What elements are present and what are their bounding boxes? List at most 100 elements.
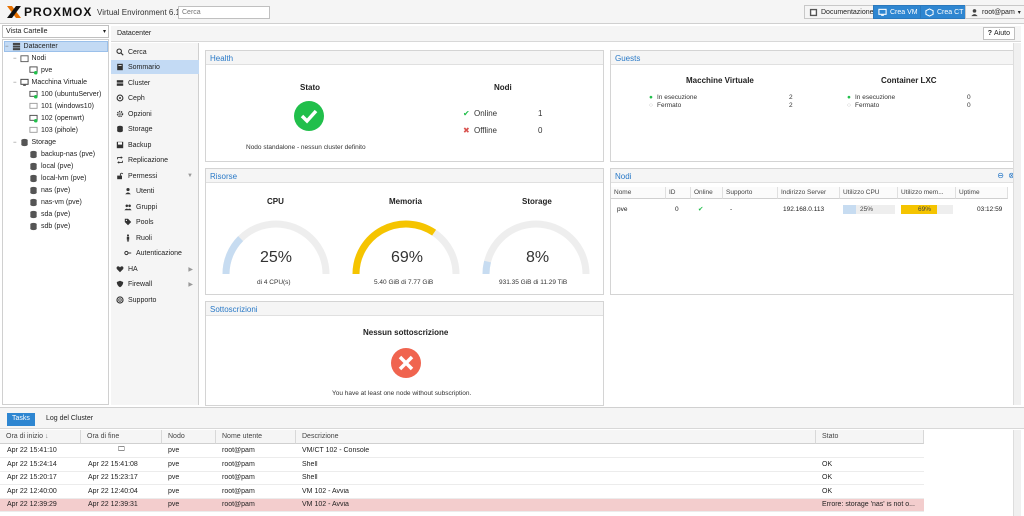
tree-vm-102[interactable]: 102 (openwrt) xyxy=(29,113,84,124)
search-input[interactable] xyxy=(178,6,270,19)
server-rack-icon xyxy=(12,42,20,51)
column-header[interactable]: Nome xyxy=(611,187,666,199)
node-name[interactable]: pve xyxy=(614,203,627,215)
menu-cluster[interactable]: Cluster xyxy=(111,76,199,90)
tree-storage-item[interactable]: sda (pve) xyxy=(29,209,70,220)
unlock-icon xyxy=(117,172,124,180)
tree-vm-103[interactable]: 103 (pihole) xyxy=(29,125,78,136)
column-header[interactable]: Stato xyxy=(816,430,924,444)
create-ct-button[interactable]: Crea CT xyxy=(920,5,969,19)
column-header[interactable]: Nome utente xyxy=(216,430,296,444)
menu-supporto[interactable]: Supporto xyxy=(111,293,199,307)
tree-storage-item[interactable]: nas-vm (pve) xyxy=(29,197,82,208)
menu-label: Cluster xyxy=(128,79,151,87)
menu-label: HA xyxy=(128,265,138,273)
menu-replicazione[interactable]: Replicazione xyxy=(111,153,199,167)
nodes-heading: Nodi xyxy=(494,83,512,92)
column-header[interactable]: Nodo xyxy=(162,430,216,444)
log-scrollbar[interactable] xyxy=(1013,430,1021,516)
lxc-heading: Container LXC xyxy=(881,76,937,85)
task-row[interactable]: Apr 22 15:41:10 pve root@pam VM/CT 102 - Co… xyxy=(0,445,924,458)
menu-permessi[interactable]: Permessi ▼ xyxy=(111,169,199,183)
menu-firewall[interactable]: Firewall ▶ xyxy=(111,277,199,291)
cross-icon: ✖ xyxy=(463,126,470,135)
tree-storage-label: nas-vm (pve) xyxy=(41,199,82,206)
task-node: pve xyxy=(168,474,180,481)
task-end: Apr 22 12:40:04 xyxy=(88,487,138,495)
documentation-button[interactable]: Documentazione xyxy=(804,5,879,19)
tree-storage-item[interactable]: local (pve) xyxy=(29,161,73,172)
tree-storage[interactable]: − Storage xyxy=(13,137,56,148)
tree-storage-item[interactable]: nas (pve) xyxy=(29,185,70,196)
resources-title: Risorse xyxy=(206,169,603,183)
tree-vm-101[interactable]: 101 (windows10) xyxy=(29,101,94,112)
create-vm-button[interactable]: Crea VM xyxy=(873,5,923,19)
tree-storage-label: local-lvm (pve) xyxy=(41,175,87,182)
proxmox-logo[interactable]: PROXMOX xyxy=(6,4,92,20)
menu-gruppi[interactable]: Gruppi xyxy=(111,200,199,214)
task-user: root@pam xyxy=(222,447,255,454)
menu-label: Ceph xyxy=(128,94,145,102)
column-header[interactable]: Indirizzo Server xyxy=(778,187,840,199)
tree-datacenter[interactable]: − Datacenter xyxy=(4,41,108,52)
menu-label: Firewall xyxy=(128,280,153,288)
tree-nodes[interactable]: − Nodi xyxy=(13,53,46,64)
user-menu-button[interactable]: root@pam ▾ xyxy=(965,5,1024,19)
vm-running-icon xyxy=(29,114,38,123)
menu-utenti[interactable]: Utenti xyxy=(111,184,199,198)
menu-ha[interactable]: HA ▶ xyxy=(111,262,199,276)
menu-cerca[interactable]: Cerca xyxy=(111,45,199,59)
menu-ceph[interactable]: Ceph xyxy=(111,91,199,105)
menu-backup[interactable]: Backup xyxy=(111,138,199,152)
column-header[interactable]: Ora di inizio ↓ xyxy=(0,430,81,444)
tree-storage-item[interactable]: sdb (pve) xyxy=(29,221,70,232)
column-header[interactable]: ID xyxy=(666,187,691,199)
vm-heading: Macchine Virtuale xyxy=(686,76,754,85)
server-icon xyxy=(116,80,124,86)
menu-label: Gruppi xyxy=(136,203,158,211)
vm-running-icon xyxy=(29,90,38,99)
menu-sommario[interactable]: Sommario xyxy=(111,60,199,74)
console-icon: 🖵 xyxy=(118,446,125,453)
menu-ruoli[interactable]: Ruoli xyxy=(111,231,199,245)
column-header[interactable]: Ora di fine xyxy=(81,430,162,444)
task-desc: Shell xyxy=(302,474,318,481)
view-selector[interactable]: Vista Cartelle ▾ xyxy=(2,25,109,38)
menu-storage[interactable]: Storage xyxy=(111,122,199,136)
task-row[interactable]: Apr 22 15:20:17 Apr 22 15:23:17 pve root@pa… xyxy=(0,472,924,485)
menu-label: Supporto xyxy=(128,296,157,304)
menu-pools[interactable]: Pools xyxy=(111,215,199,229)
column-header[interactable]: Utilizzo CPU xyxy=(840,187,898,199)
tree-storage-item[interactable]: backup-nas (pve) xyxy=(29,149,95,160)
task-row[interactable]: Apr 22 12:39:29 Apr 22 12:39:31 pve root@pa… xyxy=(0,499,924,512)
menu-label: Utenti xyxy=(136,187,155,195)
column-header[interactable]: Supporto xyxy=(723,187,778,199)
resources-panel: Risorse CPU Memoria Storage 25% 69% 8% d… xyxy=(205,168,604,295)
task-row[interactable]: Apr 22 15:24:14 Apr 22 15:41:08 pve root@pa… xyxy=(0,459,924,472)
column-header[interactable]: Uptime xyxy=(956,187,1008,199)
menu-label: Autenticazione xyxy=(136,249,182,257)
tree-vm-100[interactable]: 100 (ubuntuServer) xyxy=(29,89,101,100)
menu-autenticazione[interactable]: Autenticazione xyxy=(111,246,199,260)
tree-vms[interactable]: − Macchina Virtuale xyxy=(13,77,87,88)
column-header[interactable]: Descrizione xyxy=(296,430,816,444)
node-cpu: 25% xyxy=(860,205,874,213)
health-panel: Health Stato Nodo standalone - nessun cl… xyxy=(205,50,604,162)
check-circle-icon xyxy=(294,101,324,131)
menu-opzioni[interactable]: Opzioni xyxy=(111,107,199,121)
guests-panel: Guests Macchine Virtuale Container LXC ●… xyxy=(610,50,1021,162)
column-header[interactable]: Utilizzo mem... xyxy=(898,187,956,199)
tree-node-pve[interactable]: pve xyxy=(29,65,52,76)
collapse-icon[interactable]: ⊖ xyxy=(997,171,1004,180)
tab-cluster-log[interactable]: Log del Cluster xyxy=(41,413,98,426)
tree-storage-item[interactable]: local-lvm (pve) xyxy=(29,173,87,184)
column-header[interactable]: Online xyxy=(691,187,723,199)
database-icon xyxy=(30,222,37,231)
main-scrollbar[interactable] xyxy=(1013,43,1021,405)
memory-value: 69% xyxy=(391,249,424,266)
task-row[interactable]: Apr 22 12:40:00 Apr 22 12:40:04 pve root@pa… xyxy=(0,486,924,499)
tab-tasks[interactable]: Tasks xyxy=(7,413,35,426)
save-icon xyxy=(116,141,124,149)
nodes-grid: Nome ID Online Supporto Indirizzo Server… xyxy=(611,187,1020,217)
help-button[interactable]: ? Aiuto xyxy=(982,27,1015,40)
